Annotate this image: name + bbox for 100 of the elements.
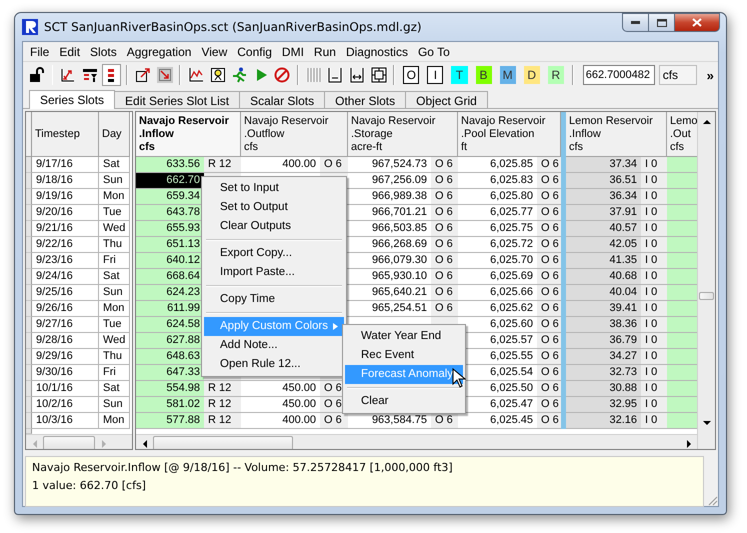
- table-cell[interactable]: 42.05: [566, 237, 641, 253]
- menu-item[interactable]: File: [25, 44, 54, 58]
- table-cell[interactable]: 662.70: [136, 173, 204, 189]
- scroll-thumb[interactable]: [699, 292, 714, 300]
- table-cell[interactable]: 966,701.21: [348, 205, 431, 221]
- table-cell[interactable]: 38.36: [566, 317, 641, 333]
- table-cell[interactable]: 34.27: [566, 349, 641, 365]
- table-cell[interactable]: 36.51: [566, 173, 641, 189]
- menu-item[interactable]: Export Copy...: [204, 244, 344, 263]
- table-cell[interactable]: 6,025.80: [458, 189, 537, 205]
- menu-item[interactable]: Set to Input: [204, 179, 344, 198]
- column-header[interactable]: Lemon Reservoir .Inflow cfs: [566, 112, 667, 157]
- table-cell[interactable]: 648.63: [136, 349, 204, 365]
- tab[interactable]: Object Grid: [405, 91, 488, 108]
- table-cell[interactable]: 6,025.85: [458, 157, 537, 173]
- table-cell[interactable]: 965,254.51: [348, 301, 431, 317]
- menu-item[interactable]: Copy Time: [204, 290, 344, 309]
- table-cell[interactable]: 37.91: [566, 205, 641, 221]
- menu-item[interactable]: Edit: [54, 44, 86, 58]
- table-cell[interactable]: 651.13: [136, 237, 204, 253]
- table-cell[interactable]: 37.34: [566, 157, 641, 173]
- table-cell[interactable]: 450.00: [241, 397, 320, 413]
- table-cell[interactable]: [667, 333, 697, 349]
- table-cell[interactable]: 611.99: [136, 301, 204, 317]
- tab[interactable]: Series Slots: [29, 90, 116, 109]
- row-header[interactable]: [26, 317, 32, 333]
- table-cell[interactable]: [667, 205, 697, 221]
- flag-button[interactable]: B: [476, 66, 492, 84]
- row-header[interactable]: [26, 413, 32, 429]
- table-cell[interactable]: 647.33: [136, 365, 204, 381]
- menu-item[interactable]: Run: [308, 44, 341, 58]
- column-header[interactable]: Navajo Reservoir .Inflow cfs: [136, 112, 241, 157]
- scroll-up-icon[interactable]: [702, 119, 710, 125]
- table-cell[interactable]: 963,584.75: [348, 413, 431, 429]
- table-cell[interactable]: 6,025.69: [458, 269, 537, 285]
- table-cell[interactable]: 966,268.69: [348, 237, 431, 253]
- row-header[interactable]: [26, 349, 32, 365]
- column-header[interactable]: Navajo Reservoir .Pool Elevation ft: [458, 112, 561, 157]
- table-cell[interactable]: [667, 237, 697, 253]
- table-cell[interactable]: 966,989.38: [348, 189, 431, 205]
- table-cell[interactable]: 36.34: [566, 189, 641, 205]
- table-cell[interactable]: 32.16: [566, 413, 641, 429]
- table-cell[interactable]: 655.93: [136, 221, 204, 237]
- menu-item[interactable]: View: [196, 44, 232, 58]
- row-header[interactable]: [26, 333, 32, 349]
- row-header[interactable]: [26, 173, 32, 189]
- row-header[interactable]: [26, 429, 32, 434]
- table-cell[interactable]: [667, 173, 697, 189]
- tab[interactable]: Edit Series Slot List: [114, 91, 240, 108]
- maximize-button[interactable]: [648, 13, 675, 32]
- column-header[interactable]: Lemo .Out cfs: [667, 112, 697, 157]
- table-cell[interactable]: 400.00: [241, 413, 320, 429]
- table-cell[interactable]: 400.00: [241, 157, 320, 173]
- row-header[interactable]: [26, 381, 32, 397]
- table-cell[interactable]: 624.23: [136, 285, 204, 301]
- table-cell[interactable]: 6,025.72: [458, 237, 537, 253]
- row-header[interactable]: [26, 205, 32, 221]
- flag-button[interactable]: D: [524, 66, 540, 84]
- row-header[interactable]: [26, 365, 32, 381]
- table-cell[interactable]: 643.78: [136, 205, 204, 221]
- scroll-right-icon[interactable]: [686, 440, 692, 448]
- column-header[interactable]: Navajo Reservoir .Storage acre-ft: [348, 112, 458, 157]
- scroll-thumb[interactable]: [43, 436, 95, 449]
- table-cell[interactable]: 6,025.45: [458, 413, 537, 429]
- flag-button[interactable]: T: [451, 66, 468, 84]
- resize-grip-icon[interactable]: [707, 495, 718, 506]
- flag-button[interactable]: M: [500, 66, 516, 84]
- table-cell[interactable]: 6,025.75: [458, 221, 537, 237]
- scroll-down-icon[interactable]: [702, 420, 710, 426]
- menu-item[interactable]: Open Rule 12...: [204, 355, 344, 374]
- row-header[interactable]: [26, 269, 32, 285]
- menu-item[interactable]: Add Note...: [204, 336, 344, 355]
- scroll-left-icon[interactable]: [142, 440, 148, 448]
- row-header[interactable]: [26, 301, 32, 317]
- table-cell[interactable]: 39.41: [566, 301, 641, 317]
- table-cell[interactable]: 965,930.10: [348, 269, 431, 285]
- table-cell[interactable]: [667, 301, 697, 317]
- flag-button[interactable]: O: [403, 66, 420, 84]
- row-header[interactable]: [26, 397, 32, 413]
- table-cell[interactable]: [667, 221, 697, 237]
- table-cell[interactable]: 40.68: [566, 269, 641, 285]
- table-cell[interactable]: 40.57: [566, 221, 641, 237]
- table-cell[interactable]: [667, 349, 697, 365]
- column-header[interactable]: Navajo Reservoir .Outflow cfs: [241, 112, 348, 157]
- table-cell[interactable]: 32.95: [566, 397, 641, 413]
- flag-button[interactable]: I: [427, 66, 444, 84]
- menu-item[interactable]: Set to Output: [204, 198, 344, 217]
- table-cell[interactable]: 966,503.85: [348, 221, 431, 237]
- table-cell[interactable]: 967,256.09: [348, 173, 431, 189]
- menu-item[interactable]: DMI: [276, 44, 309, 58]
- tab[interactable]: Other Slots: [324, 91, 406, 108]
- menu-item[interactable]: Aggregation: [122, 44, 196, 58]
- table-cell[interactable]: 6,025.70: [458, 253, 537, 269]
- table-cell[interactable]: 6,025.83: [458, 173, 537, 189]
- table-cell[interactable]: 6,025.77: [458, 205, 537, 221]
- table-cell[interactable]: [667, 253, 697, 269]
- menu-item[interactable]: Go To: [412, 44, 455, 58]
- table-cell[interactable]: 627.88: [136, 333, 204, 349]
- table-cell[interactable]: 659.34: [136, 189, 204, 205]
- table-cell[interactable]: [667, 317, 697, 333]
